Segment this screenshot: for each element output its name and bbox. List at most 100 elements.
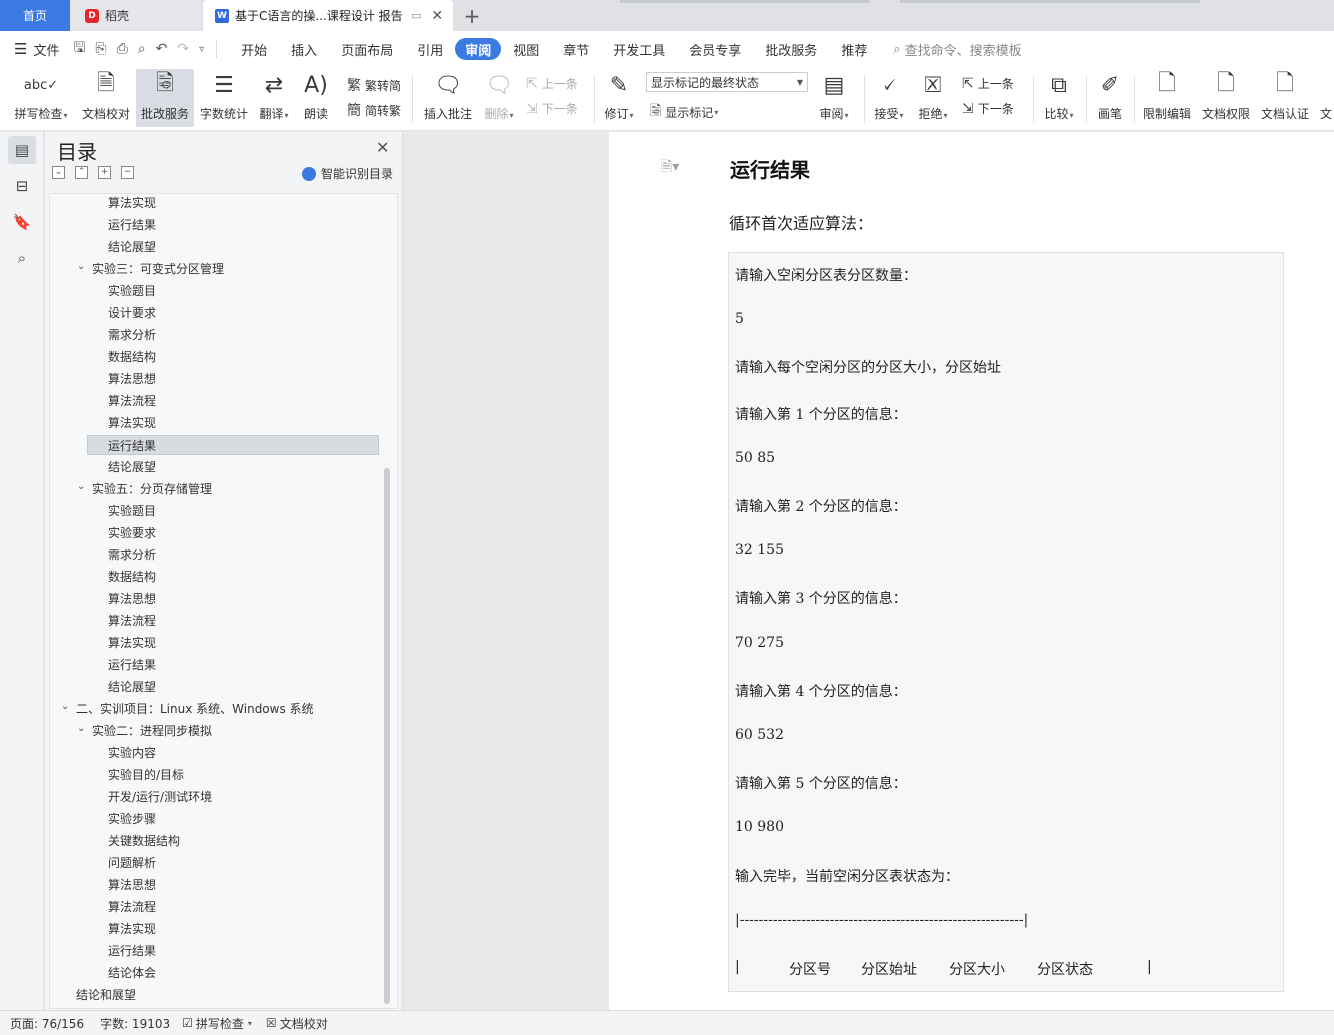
menu-section[interactable]: 章节 (551, 38, 601, 60)
restrict-edit-button[interactable]: 🗋 限制编辑 (1140, 69, 1194, 127)
menu-member[interactable]: 会员专享 (677, 38, 753, 60)
command-search[interactable]: ⌕ 查找命令、搜索模板 (893, 40, 1021, 59)
print-icon[interactable]: ⎙ (117, 41, 128, 57)
doc-cert-button[interactable]: 🗋 文档认证 (1258, 69, 1312, 127)
new-tab-button[interactable]: + (460, 0, 484, 31)
menu-page-layout[interactable]: 页面布局 (329, 38, 405, 60)
close-tab-icon[interactable]: ✕ (431, 8, 443, 24)
menu-view[interactable]: 视图 (501, 38, 551, 60)
insert-comment-button[interactable]: 🗨 插入批注 (420, 69, 476, 127)
menu-review[interactable]: 审阅 (455, 38, 502, 60)
expand-up-icon[interactable]: ⌃ (75, 166, 88, 179)
proofread-status[interactable]: ☒ 文档校对 (266, 1015, 328, 1032)
show-markup-button[interactable]: 🗟 显示标记 ▾ (650, 100, 718, 124)
menu-correction[interactable]: 批改服务 (753, 38, 829, 60)
toc-item[interactable]: 实验五：分页存储管理 (92, 479, 212, 499)
chapter-nav-icon[interactable]: ⊟ (8, 172, 36, 200)
toc-item[interactable]: 实验要求 (108, 523, 156, 543)
prev-comment-button[interactable]: ⇱ 上一条 (526, 75, 578, 92)
pen-button[interactable]: ✐ 画笔 (1094, 69, 1126, 127)
delete-comment-button[interactable]: 🗨 删除▾ (480, 69, 518, 127)
menu-insert[interactable]: 插入 (279, 38, 329, 60)
tab-home[interactable]: 首页 (0, 0, 70, 31)
toc-item[interactable]: 实验内容 (108, 743, 156, 763)
expand-caret-icon[interactable]: ⌄ (77, 481, 85, 492)
toc-panel-icon[interactable]: ▤ (8, 136, 36, 164)
toc-item[interactable]: 结论和展望 (76, 985, 136, 1005)
menu-developer[interactable]: 开发工具 (601, 38, 677, 60)
monitor-icon[interactable]: ▭ (411, 9, 421, 22)
track-changes-button[interactable]: ✎ 修订▾ (600, 69, 638, 127)
spell-check-button[interactable]: abc✓ 拼写检查▾ (8, 69, 74, 127)
document-page[interactable]: 🗎▾ 运行结果 循环首次适应算法： | 分区号 分区始址 分区大小 分区状态 |… (609, 132, 1334, 1010)
doc-proofread-button[interactable]: 🗎 文档校对 (78, 69, 134, 127)
toc-scrollbar[interactable] (384, 468, 390, 1004)
toc-item[interactable]: 算法流程 (108, 611, 156, 631)
undo-icon[interactable]: ↶ (156, 41, 168, 57)
toc-item[interactable]: 实验步骤 (108, 809, 156, 829)
toc-item[interactable]: 算法实现 (108, 919, 156, 939)
toc-item[interactable]: 二、实训项目：Linux 系统、Windows 系统 (76, 699, 314, 719)
close-icon[interactable]: ✕ (376, 138, 389, 157)
accept-change-button[interactable]: 🗸 接受▾ (870, 69, 908, 127)
bookmark-icon[interactable]: 🔖 (8, 208, 36, 236)
more-ribbon-button[interactable]: 文 (1318, 69, 1334, 127)
trad-to-simp-button[interactable]: 繁 繁转简 (347, 75, 401, 95)
spell-check-status[interactable]: ☑ 拼写检查 ▾ (182, 1015, 252, 1032)
menu-recommend[interactable]: 推荐 (829, 38, 879, 60)
correction-service-button[interactable]: 🗟 批改服务 (136, 69, 194, 127)
file-menu[interactable]: ☰ 文件 (14, 40, 59, 59)
toc-item[interactable]: 算法思想 (108, 589, 156, 609)
toc-item[interactable]: 运行结果 (108, 941, 156, 961)
export-pdf-icon[interactable]: ⎘ (95, 41, 106, 57)
toc-item[interactable]: 设计要求 (108, 303, 156, 323)
prev-change-button[interactable]: ⇱ 上一条 (962, 75, 1014, 92)
toc-item[interactable]: 算法实现 (108, 194, 156, 213)
read-aloud-button[interactable]: A) 朗读 (298, 69, 334, 127)
document-area[interactable]: 🗎▾ 运行结果 循环首次适应算法： | 分区号 分区始址 分区大小 分区状态 |… (404, 132, 1334, 1010)
paragraph-menu-icon[interactable]: 🗎▾ (661, 156, 679, 180)
toc-item[interactable]: 实验目的/目标 (108, 765, 184, 785)
search-icon[interactable]: ⌕ (8, 244, 36, 272)
tab-daoke[interactable]: D 稻壳 (71, 0, 201, 31)
expand-caret-icon[interactable]: ⌄ (77, 261, 85, 272)
toc-item[interactable]: 结论展望 (108, 457, 156, 477)
toc-item[interactable]: 实验三：可变式分区管理 (92, 259, 224, 279)
toc-item[interactable]: 算法实现 (108, 633, 156, 653)
toc-item[interactable]: 数据结构 (108, 347, 156, 367)
toc-item[interactable]: 算法流程 (108, 897, 156, 917)
add-heading-icon[interactable]: + (98, 166, 111, 179)
expand-caret-icon[interactable]: ⌄ (61, 701, 69, 712)
toc-item[interactable]: 实验二：进程同步模拟 (92, 721, 212, 741)
next-comment-button[interactable]: ⇲ 下一条 (526, 100, 578, 117)
toc-item[interactable]: 需求分析 (108, 545, 156, 565)
simp-to-trad-button[interactable]: 簡 简转繁 (347, 100, 401, 120)
save-icon[interactable]: 🖫 (73, 37, 85, 61)
toc-item[interactable]: 运行结果 (87, 435, 379, 455)
doc-permission-button[interactable]: 🗋 文档权限 (1199, 69, 1253, 127)
toc-item[interactable]: 算法思想 (108, 369, 156, 389)
toc-item[interactable]: 问题解析 (108, 853, 156, 873)
page-indicator[interactable]: 页面: 76/156 (10, 1015, 84, 1032)
reject-change-button[interactable]: 🗵 拒绝▾ (914, 69, 952, 127)
remove-heading-icon[interactable]: − (121, 166, 134, 179)
toc-item[interactable]: 实验题目 (108, 281, 156, 301)
menu-home[interactable]: 开始 (229, 38, 279, 60)
toc-item[interactable]: 结论展望 (108, 237, 156, 257)
expand-caret-icon[interactable]: ⌄ (77, 723, 85, 734)
collapse-all-icon[interactable]: ⌄ (52, 166, 65, 179)
toc-item[interactable]: 实验题目 (108, 501, 156, 521)
next-change-button[interactable]: ⇲ 下一条 (962, 100, 1014, 117)
print-preview-icon[interactable]: ⌕ (138, 41, 146, 57)
toc-item[interactable]: 运行结果 (108, 655, 156, 675)
translate-button[interactable]: ⇄ 翻译▾ (254, 69, 294, 127)
toc-item[interactable]: 算法思想 (108, 875, 156, 895)
toc-item[interactable]: 算法实现 (108, 413, 156, 433)
toc-item[interactable]: 关键数据结构 (108, 831, 180, 851)
toc-item[interactable]: 开发/运行/测试环境 (108, 787, 212, 807)
toc-item[interactable]: 需求分析 (108, 325, 156, 345)
customize-toolbar-icon[interactable]: ▿ (199, 44, 204, 55)
toc-item[interactable]: 结论体会 (108, 963, 156, 983)
review-pane-button[interactable]: ▤ 审阅▾ (814, 69, 854, 127)
toc-item[interactable]: 数据结构 (108, 567, 156, 587)
